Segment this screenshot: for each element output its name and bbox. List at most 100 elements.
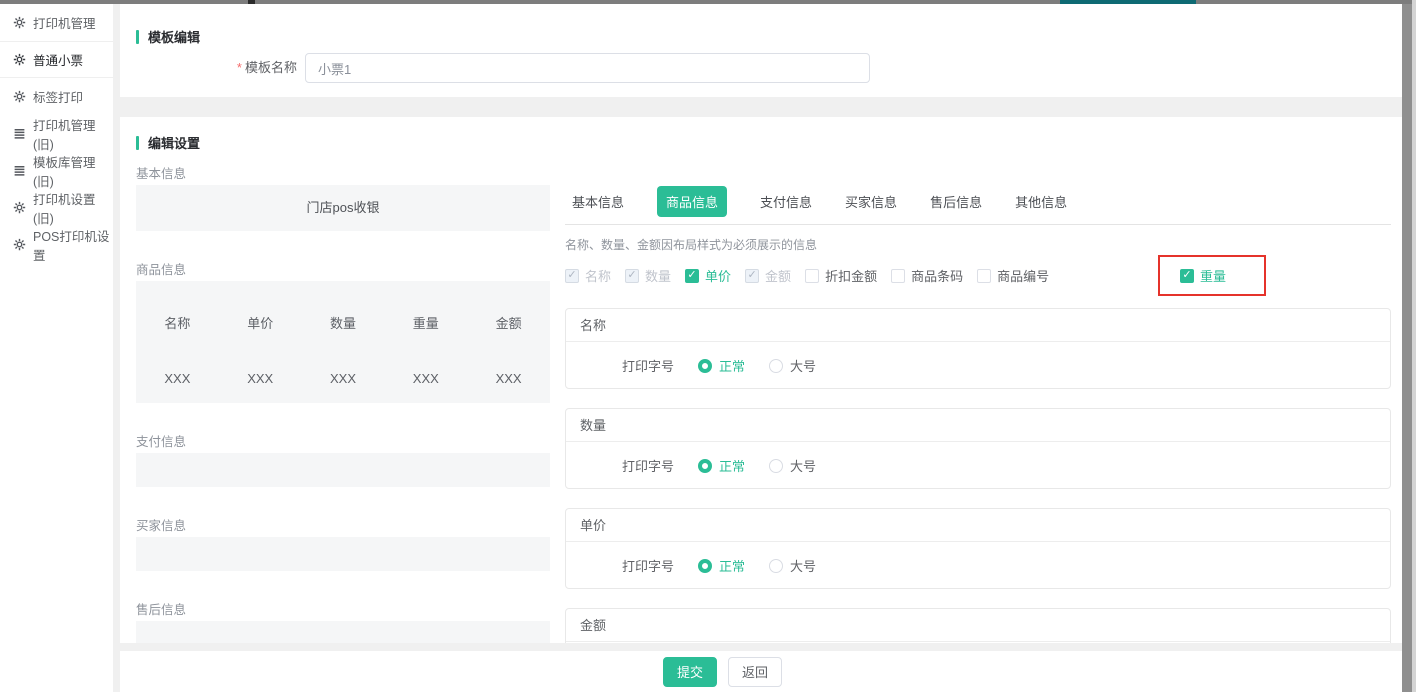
preview-pay-box: [136, 453, 550, 487]
radio-icon: [769, 559, 783, 573]
preview-aftersale-label: 售后信息: [136, 599, 550, 615]
sidebar-item-label-print[interactable]: 标签打印: [0, 78, 113, 115]
weight-highlight-box: 重量: [1158, 255, 1266, 296]
checkbox-goods-number[interactable]: 商品编号: [977, 266, 1049, 285]
scrollbar-track: [1412, 0, 1416, 692]
check-icon: [685, 269, 699, 283]
check-icon: [1180, 269, 1194, 283]
panel-title: 数量: [566, 409, 1390, 442]
section-title-template-edit: 模板编辑: [136, 27, 200, 46]
section-title-text: 编辑设置: [148, 133, 200, 152]
check-icon: [625, 269, 639, 283]
sidebar: 打印机管理 普通小票 标签打印 打印机管理(旧) 模板库管理(旧) 打印机设置(…: [0, 4, 113, 692]
font-size-label: 打印字号: [622, 556, 674, 575]
sidebar-item-printer-management[interactable]: 打印机管理: [0, 4, 113, 41]
submit-button[interactable]: 提交: [663, 657, 717, 687]
list-icon: [13, 164, 26, 177]
gears-icon: [13, 16, 26, 29]
tab-pay-info[interactable]: 支付信息: [760, 192, 812, 211]
checkbox-discount-amount[interactable]: 折扣金额: [805, 266, 877, 285]
section-title-edit-settings: 编辑设置: [136, 133, 200, 152]
preview-basic-label: 基本信息: [136, 163, 550, 179]
sidebar-item-label: 普通小票: [33, 50, 83, 69]
list-icon: [13, 127, 26, 140]
receipt-preview: 基本信息 门店pos收银 商品信息 名称 单价 数量 重量 金额 XXX: [136, 163, 550, 643]
sidebar-item-normal-receipt[interactable]: 普通小票: [0, 41, 113, 78]
panel-body: 打印字号 正常 大号: [566, 442, 1390, 489]
tabs-divider: [565, 224, 1391, 225]
checkbox-icon: [891, 269, 905, 283]
panel-title: 名称: [566, 309, 1390, 342]
preview-table-data-row: XXX XXX XXX XXX XXX: [136, 371, 550, 387]
sidebar-item-pos-printer-settings[interactable]: POS打印机设置: [0, 226, 113, 263]
field-panel-amount: 金额 打印字号 正常 大号: [565, 608, 1391, 643]
radio-normal[interactable]: 正常: [698, 456, 745, 475]
check-icon: [565, 269, 579, 283]
preview-goods-table: 名称 单价 数量 重量 金额 XXX XXX XXX XXX XXX: [136, 281, 550, 403]
info-tabs: 基本信息 商品信息 支付信息 买家信息 售后信息 其他信息: [565, 186, 1067, 217]
preview-table-header-row: 名称 单价 数量 重量 金额: [136, 313, 550, 329]
main-content: 模板编辑 *模板名称 编辑设置 基本信息 门店pos收银 商品信息 名: [120, 4, 1402, 692]
sidebar-item-template-library-old[interactable]: 模板库管理(旧): [0, 152, 113, 189]
radio-large[interactable]: 大号: [769, 356, 816, 375]
radio-normal[interactable]: 正常: [698, 556, 745, 575]
field-panel-name: 名称 打印字号 正常 大号: [565, 308, 1391, 389]
preview-aftersale-box: [136, 621, 550, 643]
gears-icon: [13, 90, 26, 103]
preview-buyer-box: [136, 537, 550, 571]
tab-other-info[interactable]: 其他信息: [1015, 192, 1067, 211]
check-icon: [745, 269, 759, 283]
checkbox-quantity: 数量: [625, 266, 671, 285]
gears-icon: [13, 201, 26, 214]
field-panel-unit-price: 单价 打印字号 正常 大号: [565, 508, 1391, 589]
checkbox-goods-barcode[interactable]: 商品条码: [891, 266, 963, 285]
required-fields-note: 名称、数量、金额因布局样式为必须展示的信息: [565, 236, 817, 253]
tab-basic-info[interactable]: 基本信息: [572, 192, 624, 211]
panel-title: 单价: [566, 509, 1390, 542]
gears-icon: [13, 53, 26, 66]
tab-aftersale-info[interactable]: 售后信息: [930, 192, 982, 211]
sidebar-item-printer-management-old[interactable]: 打印机管理(旧): [0, 115, 113, 152]
field-panel-quantity: 数量 打印字号 正常 大号: [565, 408, 1391, 489]
checkbox-name: 名称: [565, 266, 611, 285]
back-button[interactable]: 返回: [728, 657, 782, 687]
tab-buyer-info[interactable]: 买家信息: [845, 192, 897, 211]
sidebar-item-label: 打印机管理(旧): [33, 115, 113, 153]
radio-icon: [769, 459, 783, 473]
preview-basic-box: 门店pos收银: [136, 185, 550, 231]
section-title-text: 模板编辑: [148, 27, 200, 46]
radio-large[interactable]: 大号: [769, 556, 816, 575]
panel-body: 打印字号 正常 大号: [566, 642, 1390, 643]
preview-pay-label: 支付信息: [136, 431, 550, 447]
scrollbar[interactable]: [1402, 4, 1412, 692]
font-size-label: 打印字号: [622, 456, 674, 475]
footer-actions: 提交 返回: [120, 651, 1402, 692]
checkbox-unit-price[interactable]: 单价: [685, 266, 731, 285]
section-accent-bar: [136, 136, 139, 150]
checkbox-amount: 金额: [745, 266, 791, 285]
sidebar-item-label: 标签打印: [33, 87, 83, 106]
settings-panel: 基本信息 商品信息 支付信息 买家信息 售后信息 其他信息 名称、数量、金额因布…: [565, 117, 1391, 643]
checkbox-weight[interactable]: 重量: [1180, 266, 1226, 285]
radio-icon: [698, 359, 712, 373]
radio-large[interactable]: 大号: [769, 456, 816, 475]
required-mark: *: [237, 60, 242, 75]
section-accent-bar: [136, 30, 139, 44]
sidebar-item-printer-settings-old[interactable]: 打印机设置(旧): [0, 189, 113, 226]
panel-body: 打印字号 正常 大号: [566, 542, 1390, 589]
sidebar-item-label: 模板库管理(旧): [33, 152, 113, 190]
template-name-row: *模板名称: [120, 53, 1402, 83]
tab-goods-info[interactable]: 商品信息: [657, 186, 727, 217]
checkbox-icon: [805, 269, 819, 283]
template-edit-card: 模板编辑 *模板名称: [120, 4, 1402, 97]
radio-icon: [698, 459, 712, 473]
preview-goods-label: 商品信息: [136, 259, 550, 275]
template-name-input[interactable]: [305, 53, 870, 83]
preview-buyer-label: 买家信息: [136, 515, 550, 531]
sidebar-item-label: 打印机管理: [33, 13, 96, 32]
template-name-label: *模板名称: [120, 53, 297, 83]
panel-title: 金额: [566, 609, 1390, 642]
sidebar-item-label: 打印机设置(旧): [33, 189, 113, 227]
radio-normal[interactable]: 正常: [698, 356, 745, 375]
edit-settings-card: 编辑设置 基本信息 门店pos收银 商品信息 名称 单价 数量 重量 金额: [120, 117, 1402, 643]
